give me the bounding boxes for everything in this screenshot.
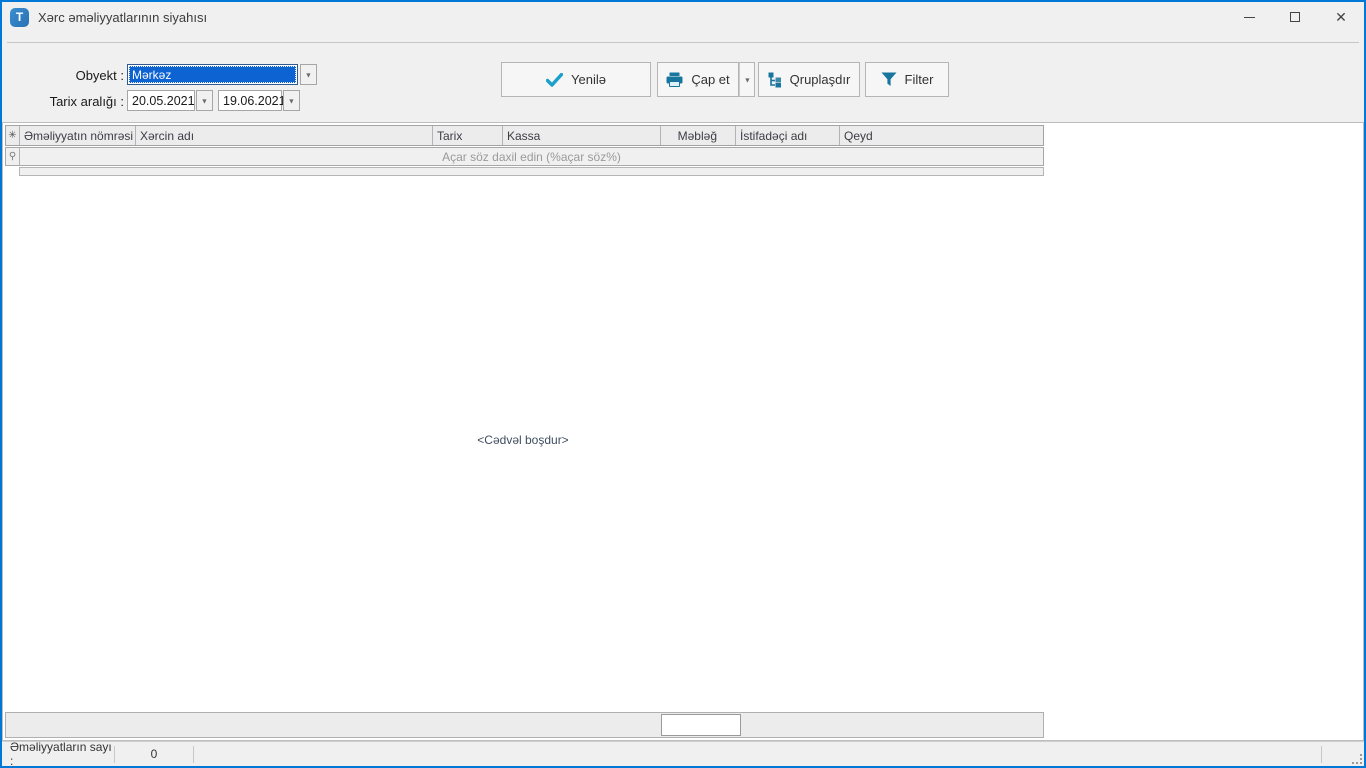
maximize-button[interactable] [1272, 2, 1318, 32]
date-from-dropdown-button[interactable]: ▼ [196, 90, 213, 111]
filter-button[interactable]: Filter [865, 62, 949, 97]
printer-icon [666, 72, 683, 87]
refresh-button[interactable]: Yenilə [501, 62, 651, 97]
titlebar: T Xərc əməliyyatlarının siyahısı ✕ [2, 2, 1364, 32]
date-to-field[interactable]: 19.06.2021 ▼ [218, 90, 300, 111]
column-header-cash[interactable]: Kassa [503, 126, 661, 145]
object-combobox-value[interactable]: Mərkəz [129, 66, 296, 83]
column-header-user[interactable]: İstifadəçi adı [736, 126, 840, 145]
window-title: Xərc əməliyyatlarının siyahısı [38, 10, 207, 25]
operations-count-value: 0 [115, 747, 193, 761]
date-to-value[interactable]: 19.06.2021 [218, 90, 282, 111]
filter-funnel-icon [881, 72, 897, 87]
object-label: Obyekt : [12, 68, 124, 83]
object-dropdown-button[interactable]: ▼ [300, 64, 317, 85]
group-label: Qruplaşdır [790, 72, 851, 87]
group-button[interactable]: Qruplaşdır [758, 62, 860, 97]
empty-table-message: <Cədvəl boşdur> [3, 433, 1043, 447]
chevron-down-icon: ▼ [201, 97, 208, 105]
object-combobox[interactable]: Mərkəz ▼ [127, 64, 317, 85]
row-indicator-header: ✳ [6, 126, 20, 145]
resize-grip[interactable] [1352, 754, 1362, 764]
date-from-value[interactable]: 20.05.2021 [127, 90, 195, 111]
grid-find-row[interactable]: ⚲ Açar söz daxil edin (%açar söz%) [5, 147, 1044, 166]
statusbar-separator [1321, 746, 1322, 763]
statusbar-separator [193, 746, 194, 763]
print-label: Çap et [691, 72, 729, 87]
maximize-icon [1290, 12, 1300, 22]
app-window: T Xərc əməliyyatlarının siyahısı ✕ Obyek… [0, 0, 1366, 768]
column-header-expense-name[interactable]: Xərcin adı [136, 126, 433, 145]
object-combobox-edit[interactable]: Mərkəz [127, 64, 298, 85]
pager-box[interactable] [661, 714, 741, 736]
filter-label: Filter [905, 72, 934, 87]
autofilter-input[interactable] [19, 167, 1044, 176]
date-range-label: Tarix aralığı : [12, 94, 124, 109]
grid-header-row: ✳ Əməliyyatın nömrəsi Xərcin adı Tarix K… [5, 125, 1044, 146]
operations-count-label: Əməliyyatların sayı : [2, 740, 114, 768]
print-dropdown-button[interactable]: ▼ [739, 62, 755, 97]
check-icon [546, 73, 563, 87]
window-controls: ✕ [1226, 2, 1364, 32]
print-button[interactable]: Çap et [657, 62, 739, 97]
status-bar: Əməliyyatların sayı : 0 [2, 741, 1364, 766]
minimize-icon [1244, 17, 1255, 18]
column-header-date[interactable]: Tarix [433, 126, 503, 145]
find-prompt[interactable]: Açar söz daxil edin (%açar söz%) [20, 148, 1043, 165]
date-from-field[interactable]: 20.05.2021 ▼ [127, 90, 213, 111]
refresh-label: Yenilə [571, 72, 606, 87]
panel-separator [7, 42, 1359, 43]
column-header-note[interactable]: Qeyd [840, 126, 1043, 145]
chevron-down-icon: ▼ [743, 76, 750, 84]
column-header-amount[interactable]: Məbləğ [661, 126, 736, 145]
asterisk-icon: ✳ [8, 130, 16, 141]
app-icon: T [10, 8, 29, 27]
chevron-down-icon: ▼ [305, 71, 312, 79]
filter-row-icon: ⚲ [6, 148, 20, 165]
expenses-grid: ✳ Əməliyyatın nömrəsi Xərcin adı Tarix K… [2, 122, 1364, 741]
column-header-operation-number[interactable]: Əməliyyatın nömrəsi [20, 126, 136, 145]
close-button[interactable]: ✕ [1318, 2, 1364, 32]
minimize-button[interactable] [1226, 2, 1272, 32]
window-content: Obyekt : Mərkəz ▼ Tarix aralığı : 20.05.… [2, 32, 1364, 766]
grouping-tree-icon [768, 72, 782, 88]
pager-bar [5, 712, 1044, 738]
date-to-dropdown-button[interactable]: ▼ [283, 90, 300, 111]
chevron-down-icon: ▼ [288, 97, 295, 105]
